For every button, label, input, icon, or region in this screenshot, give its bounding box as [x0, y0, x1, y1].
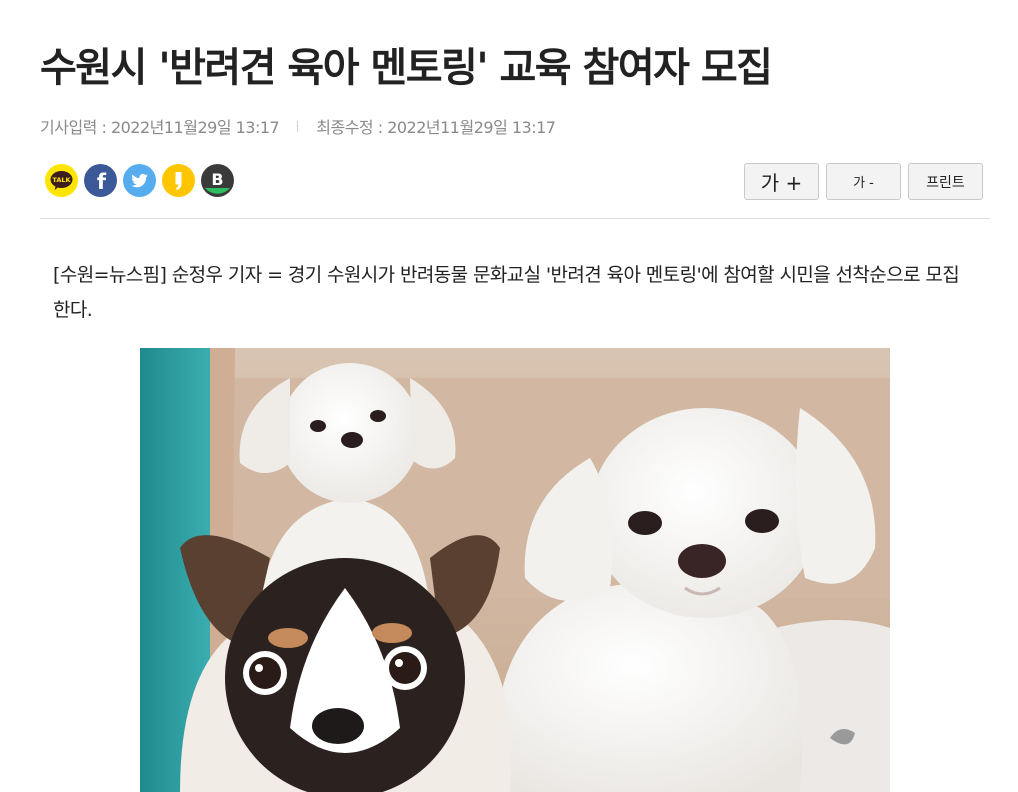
- kakaotalk-label: TALK: [52, 176, 71, 184]
- print-button[interactable]: 프린트: [908, 163, 983, 200]
- chihuahua: [180, 535, 512, 792]
- updated-date: 최종수정 : 2022년11월29일 13:17: [316, 118, 556, 137]
- band-icon: B: [201, 164, 234, 197]
- font-size-increase-button[interactable]: 가 +: [744, 163, 819, 200]
- kakaostory-icon: [162, 164, 195, 197]
- kakaotalk-icon: TALK: [45, 164, 78, 197]
- share-bar: TALK f B: [45, 164, 234, 197]
- facebook-label: f: [97, 170, 107, 194]
- facebook-share-button[interactable]: f: [84, 164, 117, 197]
- header-divider: [40, 218, 990, 219]
- band-share-button[interactable]: B: [201, 164, 234, 197]
- article-meta: 기사입력 : 2022년11월29일 13:17 최종수정 : 2022년11월…: [40, 114, 556, 138]
- article-tools: 가 + 가 - 프린트: [744, 163, 983, 200]
- kakaotalk-share-button[interactable]: TALK: [45, 164, 78, 197]
- published-date: 기사입력 : 2022년11월29일 13:17: [40, 118, 280, 137]
- twitter-share-button[interactable]: [123, 164, 156, 197]
- band-label: B: [211, 170, 223, 189]
- article-photo: [140, 348, 890, 792]
- meta-separator: [297, 120, 299, 132]
- facebook-icon: f: [84, 164, 117, 197]
- article-lead: [수원=뉴스핌] 순정우 기자 = 경기 수원시가 반려동물 문화교실 '반려견…: [53, 264, 960, 321]
- article-title: 수원시 '반려견 육아 멘토링' 교육 참여자 모집: [40, 45, 773, 91]
- font-size-decrease-button[interactable]: 가 -: [826, 163, 901, 200]
- kakaostory-share-button[interactable]: [162, 164, 195, 197]
- twitter-icon: [123, 164, 156, 197]
